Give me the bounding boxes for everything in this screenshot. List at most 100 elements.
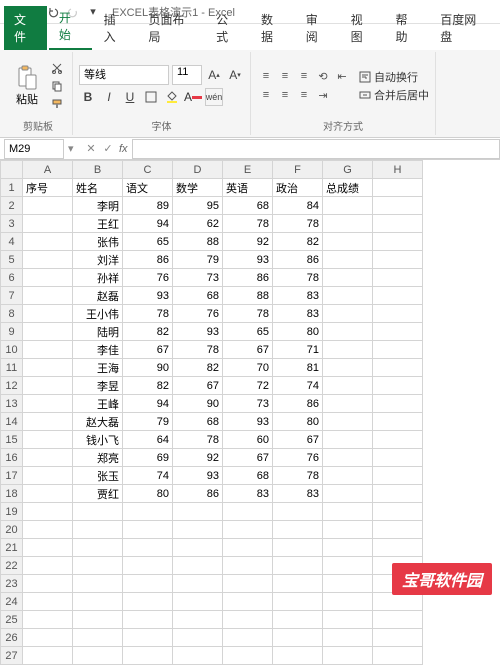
col-header-C[interactable]: C [123,161,173,179]
cell[interactable]: 80 [123,485,173,503]
cell[interactable]: 76 [123,269,173,287]
cell[interactable] [273,521,323,539]
header-cell[interactable]: 数学 [173,179,223,197]
cell[interactable] [373,233,423,251]
cell[interactable] [223,503,273,521]
cell[interactable] [323,575,373,593]
col-header-G[interactable]: G [323,161,373,179]
cell[interactable]: 74 [123,467,173,485]
tab-file[interactable]: 文件 [4,6,47,50]
cell[interactable] [373,251,423,269]
cell[interactable]: 93 [173,467,223,485]
cell[interactable] [323,287,373,305]
row-header-22[interactable]: 22 [1,557,23,575]
cell[interactable] [373,503,423,521]
tab-review[interactable]: 审阅 [296,6,339,50]
cell[interactable] [323,647,373,665]
cell[interactable]: 82 [123,377,173,395]
cell[interactable]: 83 [273,305,323,323]
cell[interactable]: 65 [123,233,173,251]
select-all-corner[interactable] [1,161,23,179]
cell[interactable]: 68 [223,467,273,485]
cell[interactable] [323,539,373,557]
align-middle-button[interactable]: ≡ [276,67,294,85]
cell[interactable]: 67 [223,449,273,467]
cell[interactable] [23,359,73,377]
cell[interactable] [323,233,373,251]
enter-formula-icon[interactable]: ✓ [101,142,115,155]
cell[interactable]: 94 [123,395,173,413]
row-header-15[interactable]: 15 [1,431,23,449]
row-header-16[interactable]: 16 [1,449,23,467]
indent-increase-button[interactable]: ⇥ [314,86,332,104]
cell[interactable] [73,629,123,647]
cell[interactable] [173,503,223,521]
row-header-14[interactable]: 14 [1,413,23,431]
cell[interactable]: 78 [273,215,323,233]
underline-button[interactable]: U [121,88,139,106]
cell[interactable] [323,611,373,629]
cell[interactable] [73,557,123,575]
row-header-27[interactable]: 27 [1,647,23,665]
cell[interactable]: 70 [223,359,273,377]
cell[interactable] [123,629,173,647]
cell[interactable]: 74 [273,377,323,395]
cell[interactable] [323,449,373,467]
cell[interactable] [223,539,273,557]
cell[interactable]: 王海 [73,359,123,377]
phonetic-button[interactable]: wén [205,88,223,106]
cell[interactable]: 86 [273,395,323,413]
cell[interactable] [23,467,73,485]
cell[interactable] [323,395,373,413]
col-header-A[interactable]: A [23,161,73,179]
orientation-button[interactable]: ⟲ [314,67,332,85]
cell[interactable] [123,503,173,521]
align-left-button[interactable]: ≡ [257,86,275,104]
cell[interactable]: 64 [123,431,173,449]
cell[interactable]: 张伟 [73,233,123,251]
cell[interactable] [23,539,73,557]
cell[interactable]: 78 [223,305,273,323]
tab-help[interactable]: 帮助 [385,6,428,50]
cell[interactable]: 62 [173,215,223,233]
cell[interactable]: 78 [123,305,173,323]
cell[interactable] [373,269,423,287]
decrease-font-button[interactable]: A▾ [226,66,244,84]
cell[interactable]: 60 [223,431,273,449]
namebox-dropdown-icon[interactable]: ▾ [68,142,80,155]
cell[interactable]: 78 [223,215,273,233]
cell[interactable] [23,215,73,233]
font-size-select[interactable]: 11 [172,65,202,85]
cell[interactable] [23,431,73,449]
cell[interactable] [23,305,73,323]
cell[interactable] [273,647,323,665]
cell[interactable] [373,341,423,359]
cell[interactable] [323,359,373,377]
cell[interactable] [23,449,73,467]
cell[interactable]: 67 [273,431,323,449]
cell[interactable]: 71 [273,341,323,359]
cell[interactable] [373,323,423,341]
row-header-2[interactable]: 2 [1,197,23,215]
cell[interactable] [373,449,423,467]
cell[interactable]: 93 [223,413,273,431]
cell[interactable] [223,629,273,647]
row-header-21[interactable]: 21 [1,539,23,557]
cell[interactable] [23,287,73,305]
cell[interactable] [23,557,73,575]
cell[interactable] [173,611,223,629]
cell[interactable]: 76 [273,449,323,467]
cell[interactable]: 81 [273,359,323,377]
cell[interactable]: 86 [223,269,273,287]
cell[interactable] [323,431,373,449]
cell[interactable] [323,503,373,521]
header-cell[interactable]: 序号 [23,179,73,197]
col-header-B[interactable]: B [73,161,123,179]
cell[interactable]: 92 [223,233,273,251]
cell[interactable] [323,467,373,485]
cell[interactable]: 贾红 [73,485,123,503]
cell[interactable] [23,233,73,251]
italic-button[interactable]: I [100,88,118,106]
cell[interactable] [373,629,423,647]
cell[interactable] [373,359,423,377]
